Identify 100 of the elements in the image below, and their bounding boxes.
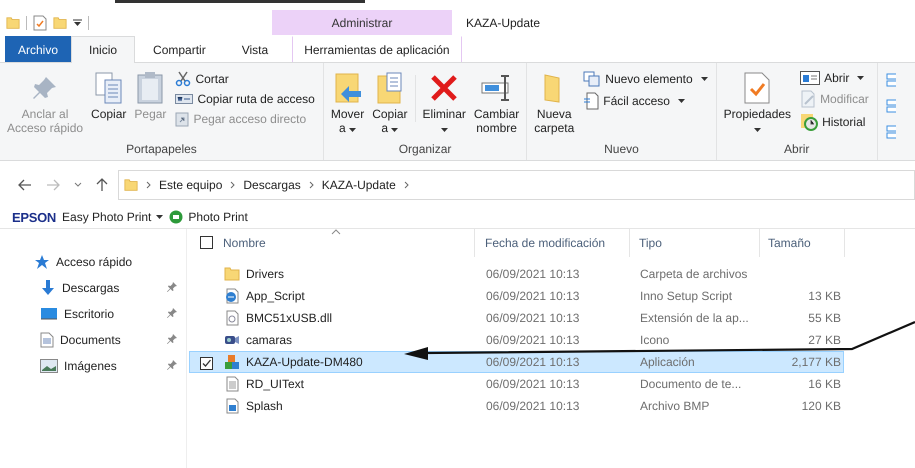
edit-icon	[800, 90, 816, 108]
ribbon-button[interactable]: Cortar	[175, 71, 315, 87]
nav-item[interactable]: Acceso rápido	[0, 249, 186, 275]
caret-icon	[754, 128, 761, 132]
recent-dropdown-icon[interactable]	[74, 182, 82, 188]
move-icon	[332, 71, 363, 105]
app-dropdown[interactable]: Easy Photo Print	[62, 210, 164, 224]
new-item-icon	[583, 71, 602, 87]
file-name: Drivers	[246, 267, 284, 281]
caret-icon	[156, 215, 164, 219]
group-label: Nuevo	[603, 142, 640, 158]
type-cell-text: Documento de te...	[639, 377, 742, 391]
context-tab-header: Administrar	[272, 10, 452, 35]
size-cell-text: 55 KB	[807, 311, 841, 325]
ribbon-button[interactable]: Copiar a	[369, 69, 411, 142]
file-name: App_Script	[246, 289, 305, 303]
open-icon	[800, 71, 820, 85]
file-row[interactable]: BMC51xUSB.dll 06/09/2021 10:13 Extensión de la ap... 55 KB	[189, 307, 844, 329]
breadcrumb[interactable]: KAZA-Update	[322, 178, 396, 192]
window-title: KAZA-Update	[466, 16, 540, 30]
caret-icon	[391, 128, 398, 132]
printer-icon	[169, 210, 184, 224]
easy-access-icon	[583, 92, 600, 110]
path-icon	[175, 93, 194, 105]
chevron-icon	[146, 181, 151, 189]
date-cell-text: 06/09/2021 10:13	[485, 355, 580, 369]
document-icon	[40, 332, 54, 348]
brand-logo: EPSON	[12, 210, 56, 224]
breadcrumb[interactable]: Descargas	[243, 178, 301, 192]
ribbon-button[interactable]: Nueva carpeta	[531, 69, 578, 142]
ribbon-button[interactable]: Copiar ruta de acceso	[175, 92, 315, 106]
address-bar[interactable]: Este equipo Descargas KAZA-Update	[118, 170, 915, 200]
ribbon-button[interactable]: Historial	[800, 113, 869, 131]
size-cell-text: 120 KB	[800, 399, 841, 413]
file-row[interactable]: KAZA-Update-DM480 06/09/2021 10:13 Aplicación 2,177 KB	[189, 351, 844, 373]
type-cell-text: Extensión de la ap...	[639, 311, 750, 325]
shortcut-icon	[175, 111, 190, 127]
size-cell-text: 2,177 KB	[790, 355, 841, 369]
chevron-icon	[404, 181, 409, 189]
customize-dropdown-icon[interactable]	[73, 18, 82, 26]
column-header[interactable]: Nombre	[187, 229, 475, 257]
download-arrow-icon	[40, 279, 56, 297]
nav-item[interactable]: Escritorio	[0, 301, 186, 327]
caret-icon	[349, 128, 356, 132]
ribbon-button[interactable]: Mover a	[328, 69, 368, 142]
column-header[interactable]: Tipo	[630, 229, 760, 257]
ribbon-tab[interactable]: Vista	[224, 36, 286, 62]
ribbon-tab[interactable]: Compartir	[135, 36, 224, 62]
column-header[interactable]: Fecha de modificación	[475, 229, 630, 257]
pin-icon	[166, 306, 178, 318]
caret-icon	[678, 99, 685, 103]
file-row[interactable]: Splash 06/09/2021 10:13 Archivo BMP 120 KB	[189, 395, 844, 417]
nav-item[interactable]: Imágenes	[0, 353, 186, 379]
group-label: Abrir	[783, 142, 810, 158]
date-cell-text: 06/09/2021 10:13	[485, 399, 580, 413]
sort-icon	[331, 229, 341, 235]
properties-icon	[743, 71, 772, 105]
photo-print-button[interactable]: Photo Print	[169, 210, 248, 224]
blocks-icon	[224, 354, 240, 370]
checkbox[interactable]	[200, 357, 213, 370]
group-label: Portapapeles	[125, 142, 198, 158]
nav-item[interactable]: Descargas	[0, 275, 186, 301]
ribbon-button[interactable]: Nuevo elemento	[583, 71, 708, 87]
history-icon	[800, 113, 818, 131]
ribbon-tab[interactable]: Herramientas de aplicación	[292, 36, 462, 62]
chevron-icon	[230, 181, 236, 189]
ribbon-button[interactable]: Propiedades	[720, 69, 794, 142]
ribbon-tab[interactable]: Inicio	[71, 36, 136, 63]
date-cell-text: 06/09/2021 10:13	[485, 267, 580, 281]
desktop-icon	[40, 307, 58, 321]
file-name: RD_UIText	[246, 377, 304, 391]
folder-icon	[53, 14, 67, 30]
back-icon[interactable]	[18, 179, 32, 191]
ribbon-button[interactable]: Eliminar	[420, 69, 469, 142]
column-header[interactable]: Tamaño	[760, 229, 845, 257]
text-file-icon	[224, 376, 240, 392]
up-icon[interactable]	[96, 178, 108, 192]
script-file-icon	[224, 288, 240, 304]
type-cell-text: Archivo BMP	[639, 399, 710, 413]
file-row[interactable]: camaras 06/09/2021 10:13 Icono 27 KB	[189, 329, 844, 351]
caret-icon	[700, 77, 708, 81]
type-cell-text: Inno Setup Script	[639, 289, 734, 303]
file-row[interactable]: Drivers 06/09/2021 10:13 Carpeta de archivos	[189, 263, 844, 285]
ribbon-button[interactable]: Abrir	[800, 71, 869, 85]
file-row[interactable]: RD_UIText 06/09/2021 10:13 Documento de te... 16 KB	[189, 373, 844, 395]
file-name: KAZA-Update-DM480	[246, 355, 363, 369]
file-name: camaras	[246, 333, 292, 347]
file-row[interactable]: App_Script 06/09/2021 10:13 Inno Setup Script 13 KB	[189, 285, 844, 307]
ribbon-button[interactable]: Copiar	[88, 69, 130, 142]
select-all-checkbox[interactable]	[200, 236, 213, 249]
breadcrumb[interactable]: Este equipo	[159, 178, 222, 192]
clipboard-icon	[136, 71, 164, 105]
ribbon-tab[interactable]: Archivo	[5, 36, 72, 62]
properties-icon[interactable]	[33, 14, 47, 30]
ribbon-button[interactable]: Cambiar nombre	[470, 69, 522, 142]
ribbon-button[interactable]: Fácil acceso	[583, 92, 708, 110]
nav-item[interactable]: Documents	[0, 327, 186, 353]
scissors-icon	[175, 71, 192, 87]
date-cell-text: 06/09/2021 10:13	[485, 289, 580, 303]
size-cell-text: 27 KB	[807, 333, 841, 347]
